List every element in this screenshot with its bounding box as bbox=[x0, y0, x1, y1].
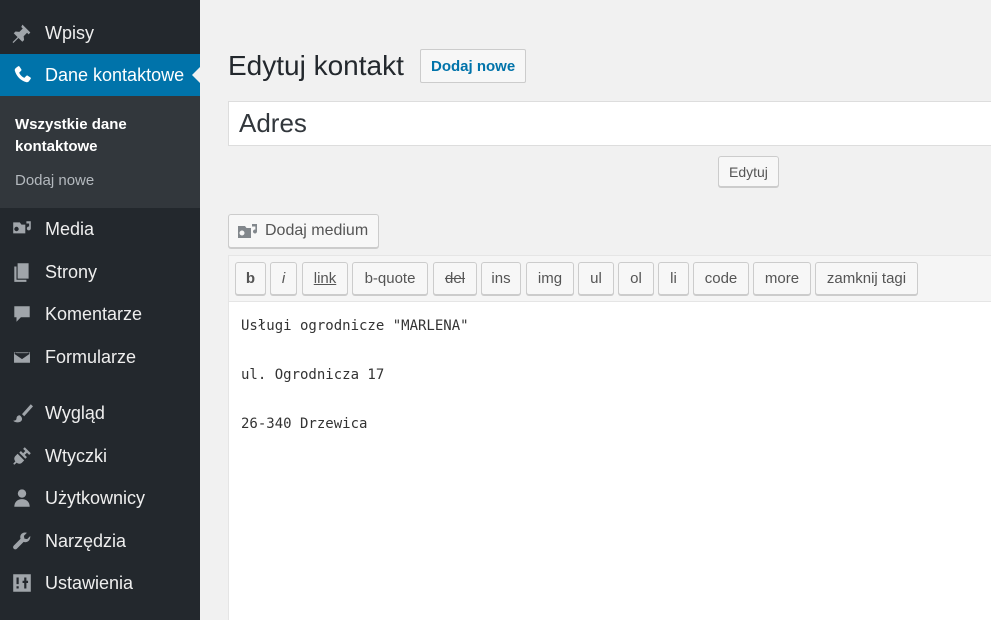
wrench-icon bbox=[10, 529, 34, 553]
content-line bbox=[241, 343, 469, 368]
sidebar-item-label: Strony bbox=[45, 261, 98, 282]
sidebar-item-settings[interactable]: Ustawienia bbox=[0, 562, 200, 604]
user-icon bbox=[10, 486, 34, 510]
add-media-button[interactable]: Dodaj medium bbox=[228, 214, 380, 248]
plugin-icon bbox=[10, 444, 34, 468]
add-new-button[interactable]: Dodaj nowe bbox=[420, 49, 527, 83]
qt-link-button[interactable]: link bbox=[302, 262, 348, 295]
mail-icon bbox=[10, 345, 34, 369]
qt-close-tags-button[interactable]: zamknij tagi bbox=[815, 262, 918, 295]
sidebar-item-comments[interactable]: Komentarze bbox=[0, 293, 200, 335]
sidebar-item-label: Ustawienia bbox=[45, 572, 134, 593]
qt-li-button[interactable]: li bbox=[658, 262, 689, 295]
qt-ins-button[interactable]: ins bbox=[481, 262, 521, 295]
content-line bbox=[241, 392, 469, 417]
sidebar-item-posts[interactable]: Wpisy bbox=[0, 12, 200, 54]
content-line: 26-340 Drzewica bbox=[241, 416, 368, 432]
brush-icon bbox=[10, 401, 34, 425]
comment-icon bbox=[10, 302, 34, 326]
sidebar-item-label: Dane kontaktowe bbox=[45, 64, 185, 85]
sidebar-item-users[interactable]: Użytkownicy bbox=[0, 477, 200, 519]
pages-icon bbox=[10, 260, 34, 284]
media-icon bbox=[237, 221, 259, 241]
sidebar-item-plugins[interactable]: Wtyczki bbox=[0, 435, 200, 477]
sidebar-item-label: Narzędzia bbox=[45, 530, 127, 551]
sidebar-item-tools[interactable]: Narzędzia bbox=[0, 520, 200, 562]
editor-textarea[interactable]: Usługi ogrodnicze "MARLENA" ul. Ogrodnic… bbox=[241, 318, 469, 441]
title-input[interactable]: Adres bbox=[228, 101, 991, 146]
qt-img-button[interactable]: img bbox=[526, 262, 574, 295]
sidebar-item-label: Wtyczki bbox=[45, 445, 107, 466]
sidebar-item-label: Formularze bbox=[45, 346, 137, 367]
sidebar-item-label: Użytkownicy bbox=[45, 487, 146, 508]
submenu-all-contacts[interactable]: Wszystkie dane kontaktowe bbox=[15, 114, 185, 158]
page-title: Edytuj kontakt bbox=[228, 50, 404, 81]
qt-code-button[interactable]: code bbox=[693, 262, 749, 295]
active-indicator bbox=[192, 67, 200, 83]
sidebar-item-label: Komentarze bbox=[45, 303, 143, 324]
media-icon bbox=[10, 217, 34, 241]
qt-bquote-button[interactable]: b-quote bbox=[352, 262, 428, 295]
qt-ul-button[interactable]: ul bbox=[578, 262, 614, 295]
sidebar-item-media[interactable]: Media bbox=[0, 208, 200, 250]
sidebar-item-pages[interactable]: Strony bbox=[0, 251, 200, 293]
content-line: Usługi ogrodnicze "MARLENA" bbox=[241, 318, 469, 334]
edit-button[interactable]: Edytuj bbox=[718, 156, 779, 187]
qt-del-button[interactable]: del bbox=[433, 262, 477, 295]
sidebar-item-label: Wpisy bbox=[45, 22, 94, 43]
sidebar-item-contact-data[interactable]: Dane kontaktowe bbox=[0, 54, 200, 96]
sidebar-item-label: Wygląd bbox=[45, 402, 105, 423]
submenu-add-new[interactable]: Dodaj nowe bbox=[15, 172, 94, 189]
quicktags-toolbar: b i link b-quote del ins img ul ol li co… bbox=[229, 256, 991, 302]
admin-sidebar: Wpisy Dane kontaktowe Wszystkie dane kon… bbox=[0, 0, 200, 620]
qt-ol-button[interactable]: ol bbox=[618, 262, 654, 295]
phone-icon bbox=[10, 63, 34, 87]
main-content: Edytuj kontakt Dodaj nowe Adres Edytuj D… bbox=[200, 0, 991, 620]
qt-bold-button[interactable]: b bbox=[235, 262, 266, 295]
sidebar-item-appearance[interactable]: Wygląd bbox=[0, 392, 200, 434]
sidebar-item-forms[interactable]: Formularze bbox=[0, 336, 200, 378]
qt-italic-button[interactable]: i bbox=[270, 262, 297, 295]
submenu: Wszystkie dane kontaktowe Dodaj nowe bbox=[0, 96, 200, 208]
add-media-label: Dodaj medium bbox=[265, 222, 369, 239]
text-editor: b i link b-quote del ins img ul ol li co… bbox=[228, 255, 991, 620]
content-line: ul. Ogrodnicza 17 bbox=[241, 367, 385, 383]
sidebar-item-label: Media bbox=[45, 218, 95, 239]
pin-icon bbox=[10, 21, 34, 45]
settings-icon bbox=[10, 571, 34, 595]
qt-more-button[interactable]: more bbox=[753, 262, 811, 295]
